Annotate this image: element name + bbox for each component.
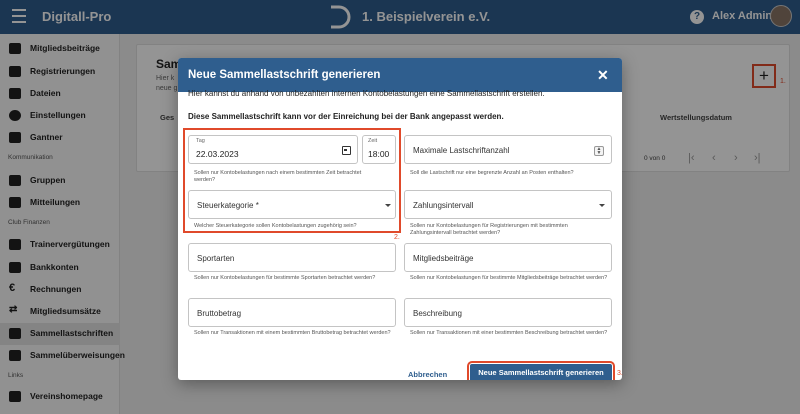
- sports-select[interactable]: Sportarten: [188, 243, 396, 272]
- dialog-intro: Hier kannst du anhand von unbezahlten in…: [188, 89, 545, 98]
- gross-amount-placeholder: Bruttobetrag: [197, 309, 242, 318]
- description-placeholder: Beschreibung: [413, 309, 462, 318]
- payment-interval-hint: Sollen nur Kontobelastungen für Registri…: [410, 223, 568, 236]
- payment-interval-select[interactable]: Zahlungsintervall: [404, 190, 612, 219]
- chevron-down-icon: [599, 204, 605, 207]
- membership-fees-hint: Sollen nur Kontobelastungen für bestimmt…: [410, 275, 608, 281]
- new-direct-debit-dialog: Neue Sammellastschrift generieren ✕ Hier…: [178, 58, 622, 380]
- annotation-marker-2: 2.: [394, 234, 400, 241]
- highlight-box-2: [183, 128, 401, 233]
- max-debit-count-hint: Soll die Lastschrift nur eine begrenzte …: [410, 170, 574, 176]
- gross-amount-hint: Sollen nur Transaktionen mit einem besti…: [194, 330, 391, 336]
- description-hint: Sollen nur Transaktionen mit einer besti…: [410, 330, 608, 336]
- close-icon[interactable]: ✕: [597, 67, 609, 84]
- membership-fees-placeholder: Mitgliedsbeiträge: [413, 254, 474, 263]
- generate-direct-debit-button[interactable]: Neue Sammellastschrift generieren: [467, 361, 615, 380]
- annotation-marker-3: 3.: [617, 370, 623, 377]
- dialog-title: Neue Sammellastschrift generieren: [188, 69, 381, 81]
- dialog-intro-bold: Diese Sammellastschrift kann vor der Ein…: [188, 112, 504, 121]
- max-debit-count-input[interactable]: Maximale Lastschriftanzahl ▲ ▼: [404, 135, 612, 164]
- gross-amount-input[interactable]: Bruttobetrag: [188, 298, 396, 327]
- sports-placeholder: Sportarten: [197, 254, 235, 263]
- stepper-icon[interactable]: ▲ ▼: [594, 146, 604, 156]
- dialog-header: Neue Sammellastschrift generieren ✕: [178, 58, 622, 92]
- sports-hint: Sollen nur Kontobelastungen für bestimmt…: [194, 275, 376, 281]
- max-debit-count-placeholder: Maximale Lastschriftanzahl: [413, 146, 510, 155]
- membership-fees-select[interactable]: Mitgliedsbeiträge: [404, 243, 612, 272]
- payment-interval-placeholder: Zahlungsintervall: [413, 201, 474, 210]
- description-input[interactable]: Beschreibung: [404, 298, 612, 327]
- cancel-button[interactable]: Abbrechen: [408, 370, 447, 379]
